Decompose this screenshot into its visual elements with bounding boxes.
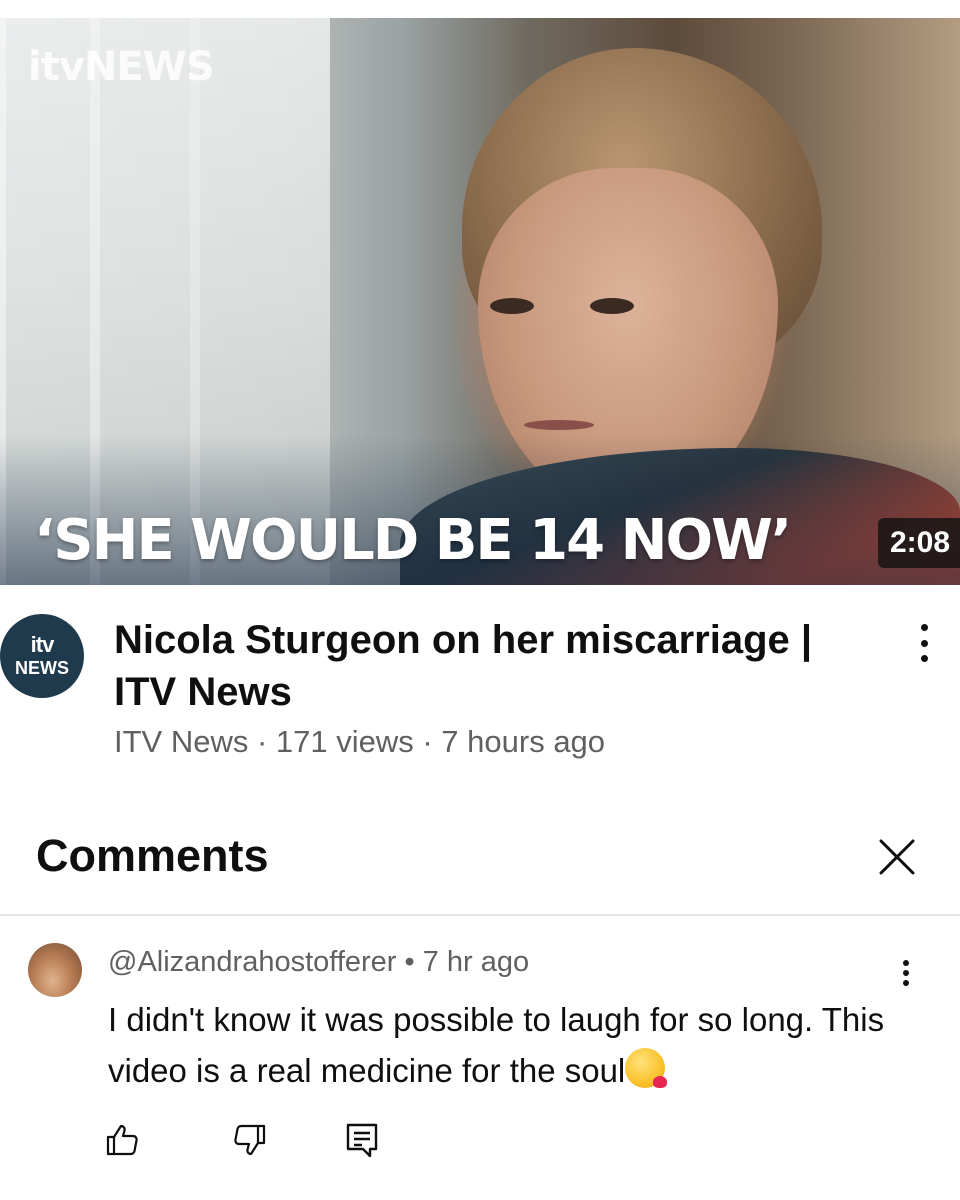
comments-divider bbox=[0, 914, 960, 916]
video-duration-badge: 2:08 bbox=[877, 518, 960, 568]
thumb-up-icon[interactable] bbox=[104, 1122, 140, 1158]
thumbnail-eye-right bbox=[590, 298, 634, 314]
kiss-emoji-icon bbox=[625, 1048, 668, 1088]
channel-avatar[interactable]: itv NEWS bbox=[0, 614, 84, 698]
video-thumbnail[interactable]: itvNEWS ‘SHE WOULD BE 14 NOW’ 2:08 bbox=[0, 18, 960, 585]
thumbnail-mouth bbox=[524, 420, 594, 430]
reply-comment-icon[interactable] bbox=[344, 1122, 380, 1158]
thumbnail-eye-left bbox=[490, 298, 534, 314]
thumbnail-caption: ‘SHE WOULD BE 14 NOW’ bbox=[34, 508, 792, 573]
commenter-avatar[interactable] bbox=[28, 943, 82, 997]
more-vert-icon[interactable] bbox=[918, 624, 930, 662]
itv-news-watermark-logo: itvNEWS bbox=[28, 44, 215, 90]
comments-heading: Comments bbox=[36, 830, 269, 881]
comment-body: I didn't know it was possible to laugh f… bbox=[108, 1001, 885, 1089]
channel-avatar-logo-line2: NEWS bbox=[15, 658, 69, 678]
thumb-down-icon[interactable] bbox=[232, 1122, 268, 1158]
comment-text: I didn't know it was possible to laugh f… bbox=[108, 994, 928, 1096]
close-icon[interactable] bbox=[878, 838, 916, 876]
comment-author-line[interactable]: @Alizandrahostofferer • 7 hr ago bbox=[108, 946, 529, 979]
video-title[interactable]: Nicola Sturgeon on her miscarriage | ITV… bbox=[114, 614, 884, 718]
channel-avatar-logo-line1: itv bbox=[30, 632, 55, 657]
comment-more-vert-icon[interactable] bbox=[900, 960, 912, 986]
video-metadata: ITV News · 171 views · 7 hours ago bbox=[114, 724, 606, 759]
